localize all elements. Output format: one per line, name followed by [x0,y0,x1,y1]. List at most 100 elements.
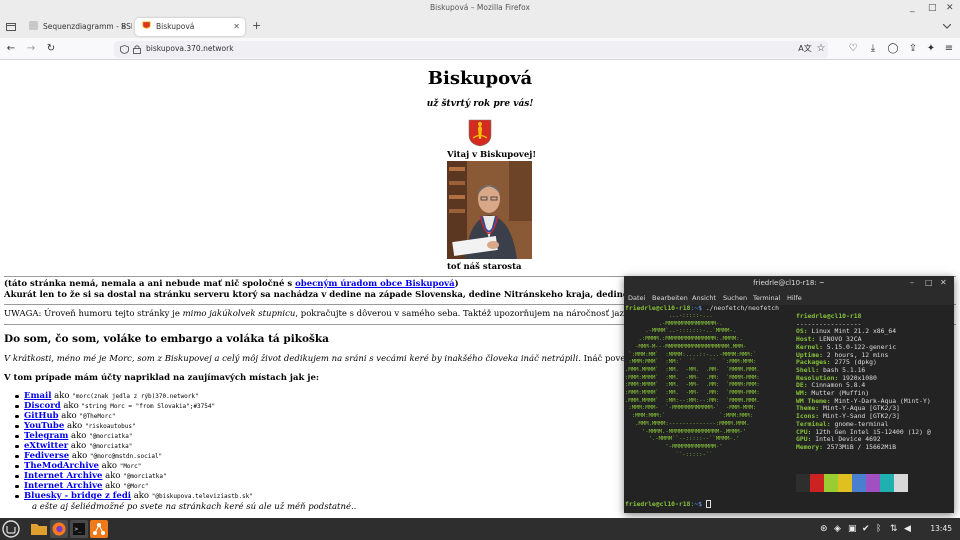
link-fediverse[interactable]: Fediverse [24,451,69,461]
extensions-icon[interactable]: ✦ [924,42,938,56]
lock-icon[interactable] [133,45,141,54]
close-window-button[interactable]: ✕ [946,2,954,14]
translate-icon[interactable]: A文 [798,42,812,56]
welcome-text: Vitaj v Biskupovej! [447,150,537,160]
downloads-icon[interactable]: ⤓ [866,42,880,56]
list-item: YouTube ako "riskoautobus" [15,421,253,431]
terminal-minimize-button[interactable]: – [910,278,914,288]
ascii-line: .-MMMMMMMMMMMMMMM-. [625,320,723,327]
menu-hamburger-icon[interactable]: ≡ [942,42,956,56]
link-discord[interactable]: Discord [24,401,61,411]
neofetch-info: friedrle@cl10-r18 ----------------- OS: Li… [796,312,931,452]
ascii-line: :MMM:MMM` :MM:` `` `` `:MMM:MMM: [625,359,757,366]
list-item: Bluesky - bridge z fedi ako "@biskupova.… [15,491,253,501]
forward-arrow-icon[interactable]: → [24,42,38,56]
tray-network-icon[interactable]: ⇅ [890,523,898,535]
terminal-close-button[interactable]: ✕ [940,278,947,288]
url-bar[interactable]: biskupova.370.network [114,41,828,58]
closing-text: a ešte aj šeliédmožné po svete na stránk… [32,502,357,512]
pocket-icon[interactable]: ♡ [846,42,860,56]
menu-hilfe[interactable]: Hilfe [787,294,802,302]
menu-suchen[interactable]: Suchen [723,294,747,302]
link-extwitter[interactable]: eXtwitter [24,441,68,451]
terminal-body[interactable]: friedrle@cl10-r18:~$ ./neofetch/neofetch… [624,304,954,513]
ascii-line: :MMM:MMM:` `:MMM:MMM: [625,413,753,420]
ako-text: ako [71,431,87,441]
link-email[interactable]: Email [24,391,51,401]
tray-shield-icon[interactable]: ◈ [834,523,841,535]
maximize-button[interactable]: □ [928,2,937,14]
link-github[interactable]: GitHub [24,411,59,421]
folder-icon[interactable] [30,520,48,538]
mint-menu-icon[interactable] [2,520,20,538]
terminal-titlebar[interactable]: friedrle@cl10-r18: ~ – □ ✕ [624,276,954,291]
network-app-icon[interactable] [90,520,108,538]
mint-ascii-logo: ...-:::::-... .-MMMMMMMMMMMMMMM-. .-MMMM… [625,313,760,459]
share-icon[interactable]: ⇪ [906,42,920,56]
terminal-command: ./neofetch/neofetch [701,304,779,312]
close-tab-icon[interactable]: ✕ [120,18,127,36]
ako-text: ako [70,441,87,451]
url-text[interactable]: biskupova.370.network [146,44,234,53]
prompt-user: friedrle@cl10-r18 [625,500,691,508]
palette-swatch [894,474,908,492]
close-tab-icon[interactable]: ✕ [233,18,240,36]
list-item: Internet Archive ako "@morciatka" [15,471,253,481]
accounts-list: Email ako "morc(znak jedla z rýb)370.net… [15,391,253,501]
tray-bluetooth-icon[interactable]: ᛒ [876,523,881,535]
link-telegram[interactable]: Telegram [24,431,68,441]
intro-text: V krátkosti, méno mé je Morc, som z Bisk… [4,354,666,364]
terminal-maximize-button[interactable]: □ [925,278,933,288]
tray-volume-icon[interactable]: ◀ [904,523,911,535]
palette-swatch [796,474,810,492]
link-youtube[interactable]: YouTube [24,421,64,431]
menu-bearbeiten[interactable]: Bearbeiten [652,294,688,302]
palette-swatch [838,474,852,492]
account-handle: "@morc@mstdn.social" [89,453,163,460]
link-bluesky[interactable]: Bluesky - bridge z fedi [24,491,131,501]
tab-label: Sequenzdiagramm - BSIT1_I [43,22,132,31]
ako-text: ako [101,461,117,471]
bookmark-star-icon[interactable]: ☆ [814,42,828,56]
tab-list-icon[interactable] [6,22,16,32]
neofetch-info-line: Memory: 2573MiB / 15662MiB [796,443,931,452]
ako-text: ako [61,411,77,421]
chevron-down-icon[interactable] [943,24,951,30]
ascii-line: :MMM:MMMM` :MM. -MM- .MM: `MMMM-MMM: [625,374,760,381]
ako-text: ako [63,401,79,411]
list-item: Fediverse ako "@morc@mstdn.social" [15,451,253,461]
ascii-line: :MMM:MMMM` :MM. -MM- .MM: `MMMM-MMM: [625,390,760,397]
account-handle: "@biskupova.televiziastb.sk" [151,493,253,500]
terminal-window[interactable]: friedrle@cl10-r18: ~ – □ ✕ Datei Bearbei… [624,276,954,513]
link-themodarchive[interactable]: TheModArchive [24,461,99,471]
disclaimer-text: (táto stránka nemá, nemala a ani nebude … [4,279,459,289]
link-internet-archive[interactable]: Internet Archive [24,471,102,481]
menu-ansicht[interactable]: Ansicht [692,294,716,302]
terminal-app-icon[interactable]: >_ [70,520,88,538]
tray-app-icon[interactable]: ⊛ [820,523,828,535]
reload-icon[interactable]: ↻ [44,42,58,56]
tab-bar: Sequenzdiagramm - BSIT1_I ✕ Biskupová ✕ … [0,16,960,38]
back-arrow-icon[interactable]: ← [4,42,18,56]
ascii-line: '.-MMMM``--:::::--``MMMM-.' [625,436,740,443]
municipality-link[interactable]: obecným úradom obce Biskupová [295,279,454,289]
ascii-line: `:MMM:MM` :MMMM:....::-...-MMMM:MMM:` [625,351,757,358]
tab-sequenzdiagramm[interactable]: Sequenzdiagramm - BSIT1_I ✕ [22,18,132,36]
list-item: Discord ako "string Morc = "from Slovaki… [15,401,253,411]
svg-text:>_: >_ [75,526,83,533]
firefox-icon[interactable] [50,520,68,538]
link-internet-archive-2[interactable]: Internet Archive [24,481,102,491]
terminal-cursor [705,500,711,508]
shield-icon[interactable] [120,45,129,54]
account-icon[interactable]: ◯ [886,42,900,56]
menu-datei[interactable]: Datei [628,294,645,302]
menu-terminal[interactable]: Terminal [753,294,780,302]
new-tab-button[interactable]: + [252,19,261,32]
tab-biskupova[interactable]: Biskupová ✕ [135,18,245,36]
tray-check-icon[interactable]: ✔ [862,523,870,535]
tray-terminal-icon[interactable]: ▣ [848,523,857,535]
list-item: TheModArchive ako "Morc" [15,461,253,471]
color-palette [796,474,908,492]
clock[interactable]: 13:45 [930,524,952,533]
minimize-button[interactable]: _ [910,2,915,14]
